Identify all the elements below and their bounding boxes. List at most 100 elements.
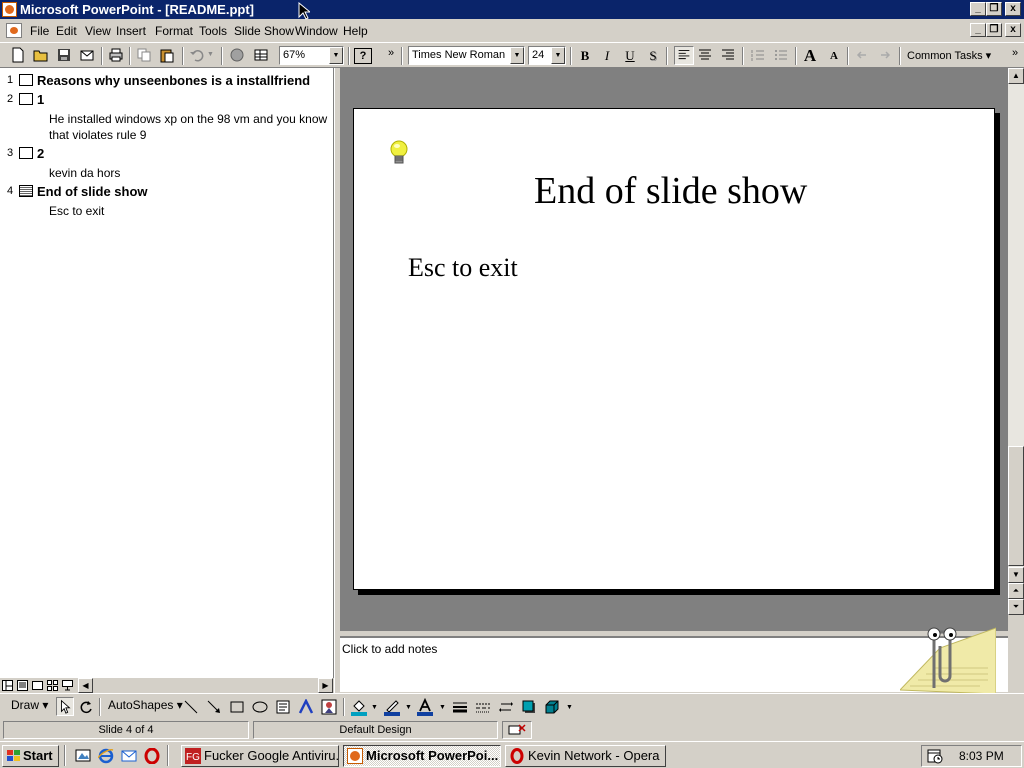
menu-window[interactable]: Window [295,24,338,38]
rectangle-tool-icon[interactable] [229,699,245,715]
menu-insert[interactable]: Insert [116,24,146,38]
align-left-icon[interactable] [674,46,694,65]
outline-title[interactable]: End of slide show [37,184,148,199]
scroll-down-button[interactable]: ▼ [1008,567,1024,583]
scroll-up-button[interactable]: ▲ [1008,68,1024,84]
vertical-scrollbar[interactable]: ▲ ▼ ⏶ ⏷ [1008,68,1024,615]
wordart-icon[interactable] [298,699,314,715]
previous-slide-button[interactable]: ⏶ [1008,583,1024,599]
lightbulb-icon[interactable] [388,139,410,167]
toolbar-more-icon[interactable]: » [388,47,394,59]
increase-font-button[interactable]: A [800,47,820,65]
scroll-left-button[interactable]: ◀ [78,678,93,693]
clip-art-icon[interactable] [321,699,337,715]
outlook-express-icon[interactable] [121,748,137,764]
arrow-style-icon[interactable] [498,699,514,715]
doc-minimize-button[interactable]: _ [970,23,986,37]
save-icon[interactable] [56,47,72,63]
normal-view-icon[interactable] [2,680,13,691]
title-bar[interactable]: Microsoft PowerPoint - [README.ppt] _ ❐ … [0,0,1024,19]
slide-sorter-icon[interactable] [47,680,58,691]
outline-body[interactable]: Esc to exit [49,203,104,219]
draw-menu-button[interactable]: Draw ▾ [11,698,48,712]
align-right-icon[interactable] [720,47,736,63]
chevron-down-icon[interactable]: ▼ [510,47,524,64]
menu-file[interactable]: File [30,24,49,38]
taskbar-button-powerpoint[interactable]: Microsoft PowerPoi... [343,745,501,767]
new-icon[interactable] [10,47,26,63]
outline-view-icon[interactable] [17,680,28,691]
paste-icon[interactable] [159,47,175,63]
undo-dropdown-icon[interactable]: ▼ [207,51,214,58]
show-desktop-icon[interactable] [75,748,91,764]
slide-icon[interactable] [19,147,33,159]
slide-body[interactable]: Esc to exit [408,253,518,283]
doc-restore-button[interactable]: ❐ [986,23,1002,37]
toolbar-more-icon[interactable]: » [1012,47,1018,59]
internet-explorer-icon[interactable] [98,748,114,764]
common-tasks-button[interactable]: Common Tasks ▾ [907,49,991,62]
table-icon[interactable] [253,47,269,63]
email-icon[interactable] [79,47,95,63]
free-rotate-icon[interactable] [78,699,94,715]
open-icon[interactable] [33,47,49,63]
slide-icon[interactable] [19,185,33,197]
line-style-icon[interactable] [452,699,468,715]
print-icon[interactable] [108,47,124,63]
zoom-select[interactable]: 67% ▼ [279,46,344,65]
outline-pane[interactable]: 1 Reasons why unseenbones is a installfr… [0,68,334,678]
clock[interactable]: 8:03 PM [959,746,1004,766]
taskbar-button-opera[interactable]: Kevin Network - Opera [505,745,666,767]
arrow-tool-icon[interactable] [206,699,222,715]
fill-color-icon[interactable] [350,698,368,716]
spelling-status-icon[interactable] [502,721,532,739]
notes-pane[interactable]: Click to add notes [340,627,1008,694]
italic-button[interactable]: I [597,47,617,65]
font-color-icon[interactable] [416,698,434,716]
undo-icon[interactable] [189,47,205,63]
slide-title[interactable]: End of slide show [534,169,807,213]
opera-icon[interactable] [144,748,160,764]
scroll-thumb[interactable] [1008,446,1024,566]
scheduled-tasks-icon[interactable] [927,748,943,764]
outline-title[interactable]: 1 [37,92,44,107]
slide-icon[interactable] [19,93,33,105]
chevron-down-icon[interactable]: ▼ [439,704,446,711]
powerpoint-app-icon[interactable] [2,2,17,17]
scroll-right-button[interactable]: ▶ [318,678,333,693]
bullets-icon[interactable] [773,47,789,63]
align-center-icon[interactable] [697,47,713,63]
font-select[interactable]: Times New Roman ▼ [408,46,525,65]
text-box-icon[interactable] [275,699,291,715]
shadow-icon[interactable] [521,699,537,715]
promote-icon[interactable] [854,47,870,63]
menu-help[interactable]: Help [343,24,368,38]
3d-icon[interactable] [544,699,560,715]
slide-canvas[interactable]: End of slide show Esc to exit [353,108,995,590]
close-button[interactable]: x [1005,2,1021,16]
select-arrow-icon[interactable] [56,697,74,716]
line-color-icon[interactable] [383,698,401,716]
shadow-button[interactable]: S [643,47,663,65]
autoshapes-button[interactable]: AutoShapes ▾ [108,698,183,712]
chevron-down-icon[interactable]: ▼ [405,704,412,711]
outline-body[interactable]: kevin da hors [49,165,120,181]
chevron-down-icon[interactable]: ▼ [551,47,565,64]
dash-style-icon[interactable] [475,699,491,715]
bold-button[interactable]: B [575,47,595,65]
hyperlink-icon[interactable] [229,47,245,63]
help-button[interactable]: ? [354,48,372,64]
next-slide-button[interactable]: ⏷ [1008,599,1024,615]
copy-icon[interactable] [136,47,152,63]
minimize-button[interactable]: _ [970,2,986,16]
font-size-select[interactable]: 24 ▼ [528,46,566,65]
menu-format[interactable]: Format [155,24,193,38]
outline-body[interactable]: He installed windows xp on the 98 vm and… [49,111,329,143]
demote-icon[interactable] [877,47,893,63]
taskbar-button-antivirus[interactable]: FG Fucker Google Antiviru... [181,745,339,767]
decrease-font-button[interactable]: A [824,47,844,65]
start-button[interactable]: Start [2,745,59,767]
notes-placeholder[interactable]: Click to add notes [342,642,437,656]
document-icon[interactable] [6,23,22,38]
toolbar-options-icon[interactable]: ▼ [566,704,573,711]
